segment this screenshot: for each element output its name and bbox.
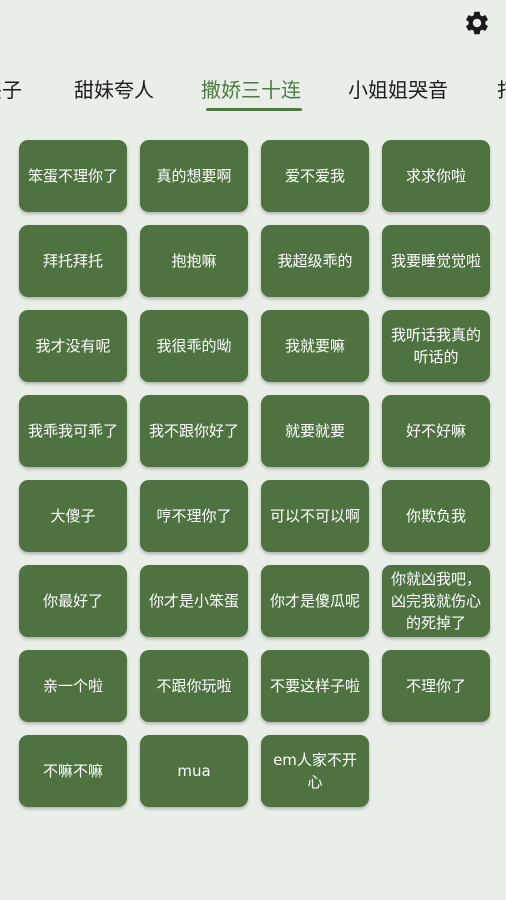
sound-button[interactable]: 真的想要啊 <box>140 140 248 212</box>
sound-button[interactable]: 我超级乖的 <box>261 225 369 297</box>
settings-button[interactable] <box>462 8 492 38</box>
sound-button[interactable]: 哼不理你了 <box>140 480 248 552</box>
sound-button-label: 哼不理你了 <box>156 507 232 525</box>
sound-button[interactable]: 不跟你玩啦 <box>140 650 248 722</box>
tab-xiaojiejie-kuyin[interactable]: 小姐姐哭音 <box>348 70 448 114</box>
sound-button[interactable]: 就要就要 <box>261 395 369 467</box>
sound-button-label: 真的想要啊 <box>156 167 232 185</box>
sound-button-label: 我超级乖的 <box>277 252 353 270</box>
sound-button-label: 你就凶我吧，凶完我就伤心的死掉了 <box>390 570 481 632</box>
sound-button[interactable]: 大傻子 <box>19 480 127 552</box>
sound-button[interactable]: 不要这样子啦 <box>261 650 369 722</box>
tab-next[interactable]: 打 <box>497 70 506 114</box>
sound-button-label: em人家不开心 <box>273 751 357 791</box>
sound-button-grid: 笨蛋不理你了 真的想要啊 爱不爱我 求求你啦拜托拜托 抱抱嘛 我超级乖的 我要睡觉觉啦我才没… <box>19 140 490 807</box>
sound-button-label: 我才没有呢 <box>35 337 111 355</box>
sound-button-label: mua <box>177 762 211 780</box>
sound-button-label: 不嘛不嘛 <box>42 762 103 780</box>
tab-tianmei-kuaren[interactable]: 甜妹夸人 <box>74 70 154 114</box>
sound-button[interactable]: 我才没有呢 <box>19 310 127 382</box>
sound-button[interactable]: 我听话我真的听话的 <box>382 310 490 382</box>
sound-button[interactable]: 我乖我可乖了 <box>19 395 127 467</box>
sound-button[interactable]: em人家不开心 <box>261 735 369 807</box>
sound-button-label: 你最好了 <box>42 592 103 610</box>
sound-button[interactable]: 你才是小笨蛋 <box>140 565 248 637</box>
sound-button[interactable]: 你就凶我吧，凶完我就伤心的死掉了 <box>382 565 490 637</box>
app-header: 夹子 甜妹夸人 撒娇三十连 小姐姐哭音 打 <box>0 0 506 120</box>
sound-button[interactable]: 拜托拜托 <box>19 225 127 297</box>
sound-button-label: 我很乖的呦 <box>156 337 232 355</box>
sound-button[interactable]: 可以不可以啊 <box>261 480 369 552</box>
sound-button[interactable]: 你欺负我 <box>382 480 490 552</box>
sound-button-label: 就要就要 <box>284 422 345 440</box>
active-tab-indicator <box>206 108 302 111</box>
sound-button-label: 我听话我真的听话的 <box>390 326 481 366</box>
sound-button-label: 不跟你玩啦 <box>156 677 232 695</box>
sound-button[interactable]: 不嘛不嘛 <box>19 735 127 807</box>
sound-button-label: 你才是傻瓜呢 <box>269 592 360 610</box>
sound-button[interactable]: 笨蛋不理你了 <box>19 140 127 212</box>
sound-button-label: 好不好嘛 <box>405 422 466 440</box>
sound-button[interactable]: 我就要嘛 <box>261 310 369 382</box>
sound-button-label: 我要睡觉觉啦 <box>390 252 481 270</box>
sound-button[interactable]: 我不跟你好了 <box>140 395 248 467</box>
sound-button[interactable]: mua <box>140 735 248 807</box>
sound-button[interactable]: 抱抱嘛 <box>140 225 248 297</box>
sound-button[interactable]: 好不好嘛 <box>382 395 490 467</box>
sound-button-label: 我就要嘛 <box>284 337 345 355</box>
sound-button-label: 不要这样子啦 <box>269 677 360 695</box>
sound-button-label: 抱抱嘛 <box>171 252 217 270</box>
sound-button-label: 爱不爱我 <box>284 167 345 185</box>
sound-button[interactable]: 你最好了 <box>19 565 127 637</box>
sound-button-label: 不理你了 <box>405 677 466 695</box>
sound-button-label: 大傻子 <box>50 507 96 525</box>
sound-button-label: 你欺负我 <box>405 507 466 525</box>
tab-jiazi[interactable]: 夹子 <box>0 70 22 114</box>
gear-icon <box>466 11 488 35</box>
sound-button[interactable]: 我要睡觉觉啦 <box>382 225 490 297</box>
sound-button[interactable]: 求求你啦 <box>382 140 490 212</box>
sound-button[interactable]: 你才是傻瓜呢 <box>261 565 369 637</box>
sound-button[interactable]: 爱不爱我 <box>261 140 369 212</box>
sound-button[interactable]: 亲一个啦 <box>19 650 127 722</box>
sound-button-label: 求求你啦 <box>405 167 466 185</box>
sound-button[interactable]: 不理你了 <box>382 650 490 722</box>
sound-button-label: 亲一个啦 <box>42 677 103 695</box>
sound-button-label: 我不跟你好了 <box>148 422 239 440</box>
category-tabs: 夹子 甜妹夸人 撒娇三十连 小姐姐哭音 打 <box>0 70 506 120</box>
sound-button-label: 你才是小笨蛋 <box>148 592 239 610</box>
sound-button-label: 我乖我可乖了 <box>27 422 118 440</box>
sound-button[interactable]: 我很乖的呦 <box>140 310 248 382</box>
sound-button-label: 可以不可以啊 <box>269 507 360 525</box>
sound-button-label: 笨蛋不理你了 <box>27 167 118 185</box>
sound-button-label: 拜托拜托 <box>42 252 103 270</box>
